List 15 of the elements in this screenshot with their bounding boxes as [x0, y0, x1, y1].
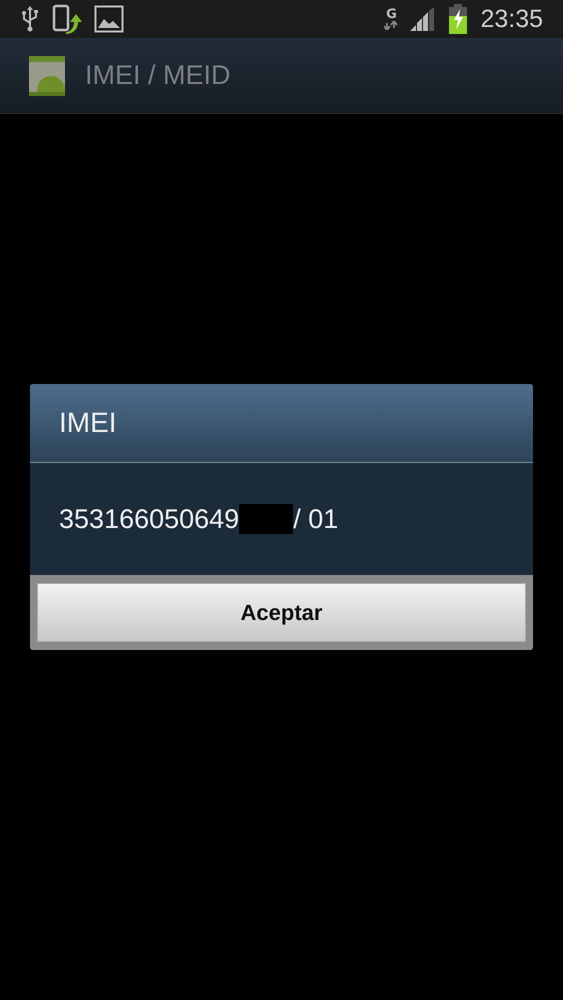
network-type: G — [386, 8, 397, 21]
clock: 23:35 — [480, 4, 543, 34]
phone-upload-icon — [52, 4, 82, 34]
image-icon — [94, 5, 124, 33]
signal-icon — [410, 7, 436, 31]
imei-suffix: / 01 — [293, 504, 338, 534]
dialog-title: IMEI — [59, 407, 117, 439]
app-icon — [29, 56, 65, 96]
imei-number: 353166050649 — [59, 504, 240, 534]
battery-charging-icon — [448, 4, 468, 34]
redaction-mark — [239, 504, 294, 534]
data-arrows-icon — [384, 21, 398, 30]
screen-title: IMEI / MEID — [85, 60, 231, 91]
usb-icon — [20, 6, 40, 32]
accept-button[interactable]: Aceptar — [37, 583, 526, 642]
